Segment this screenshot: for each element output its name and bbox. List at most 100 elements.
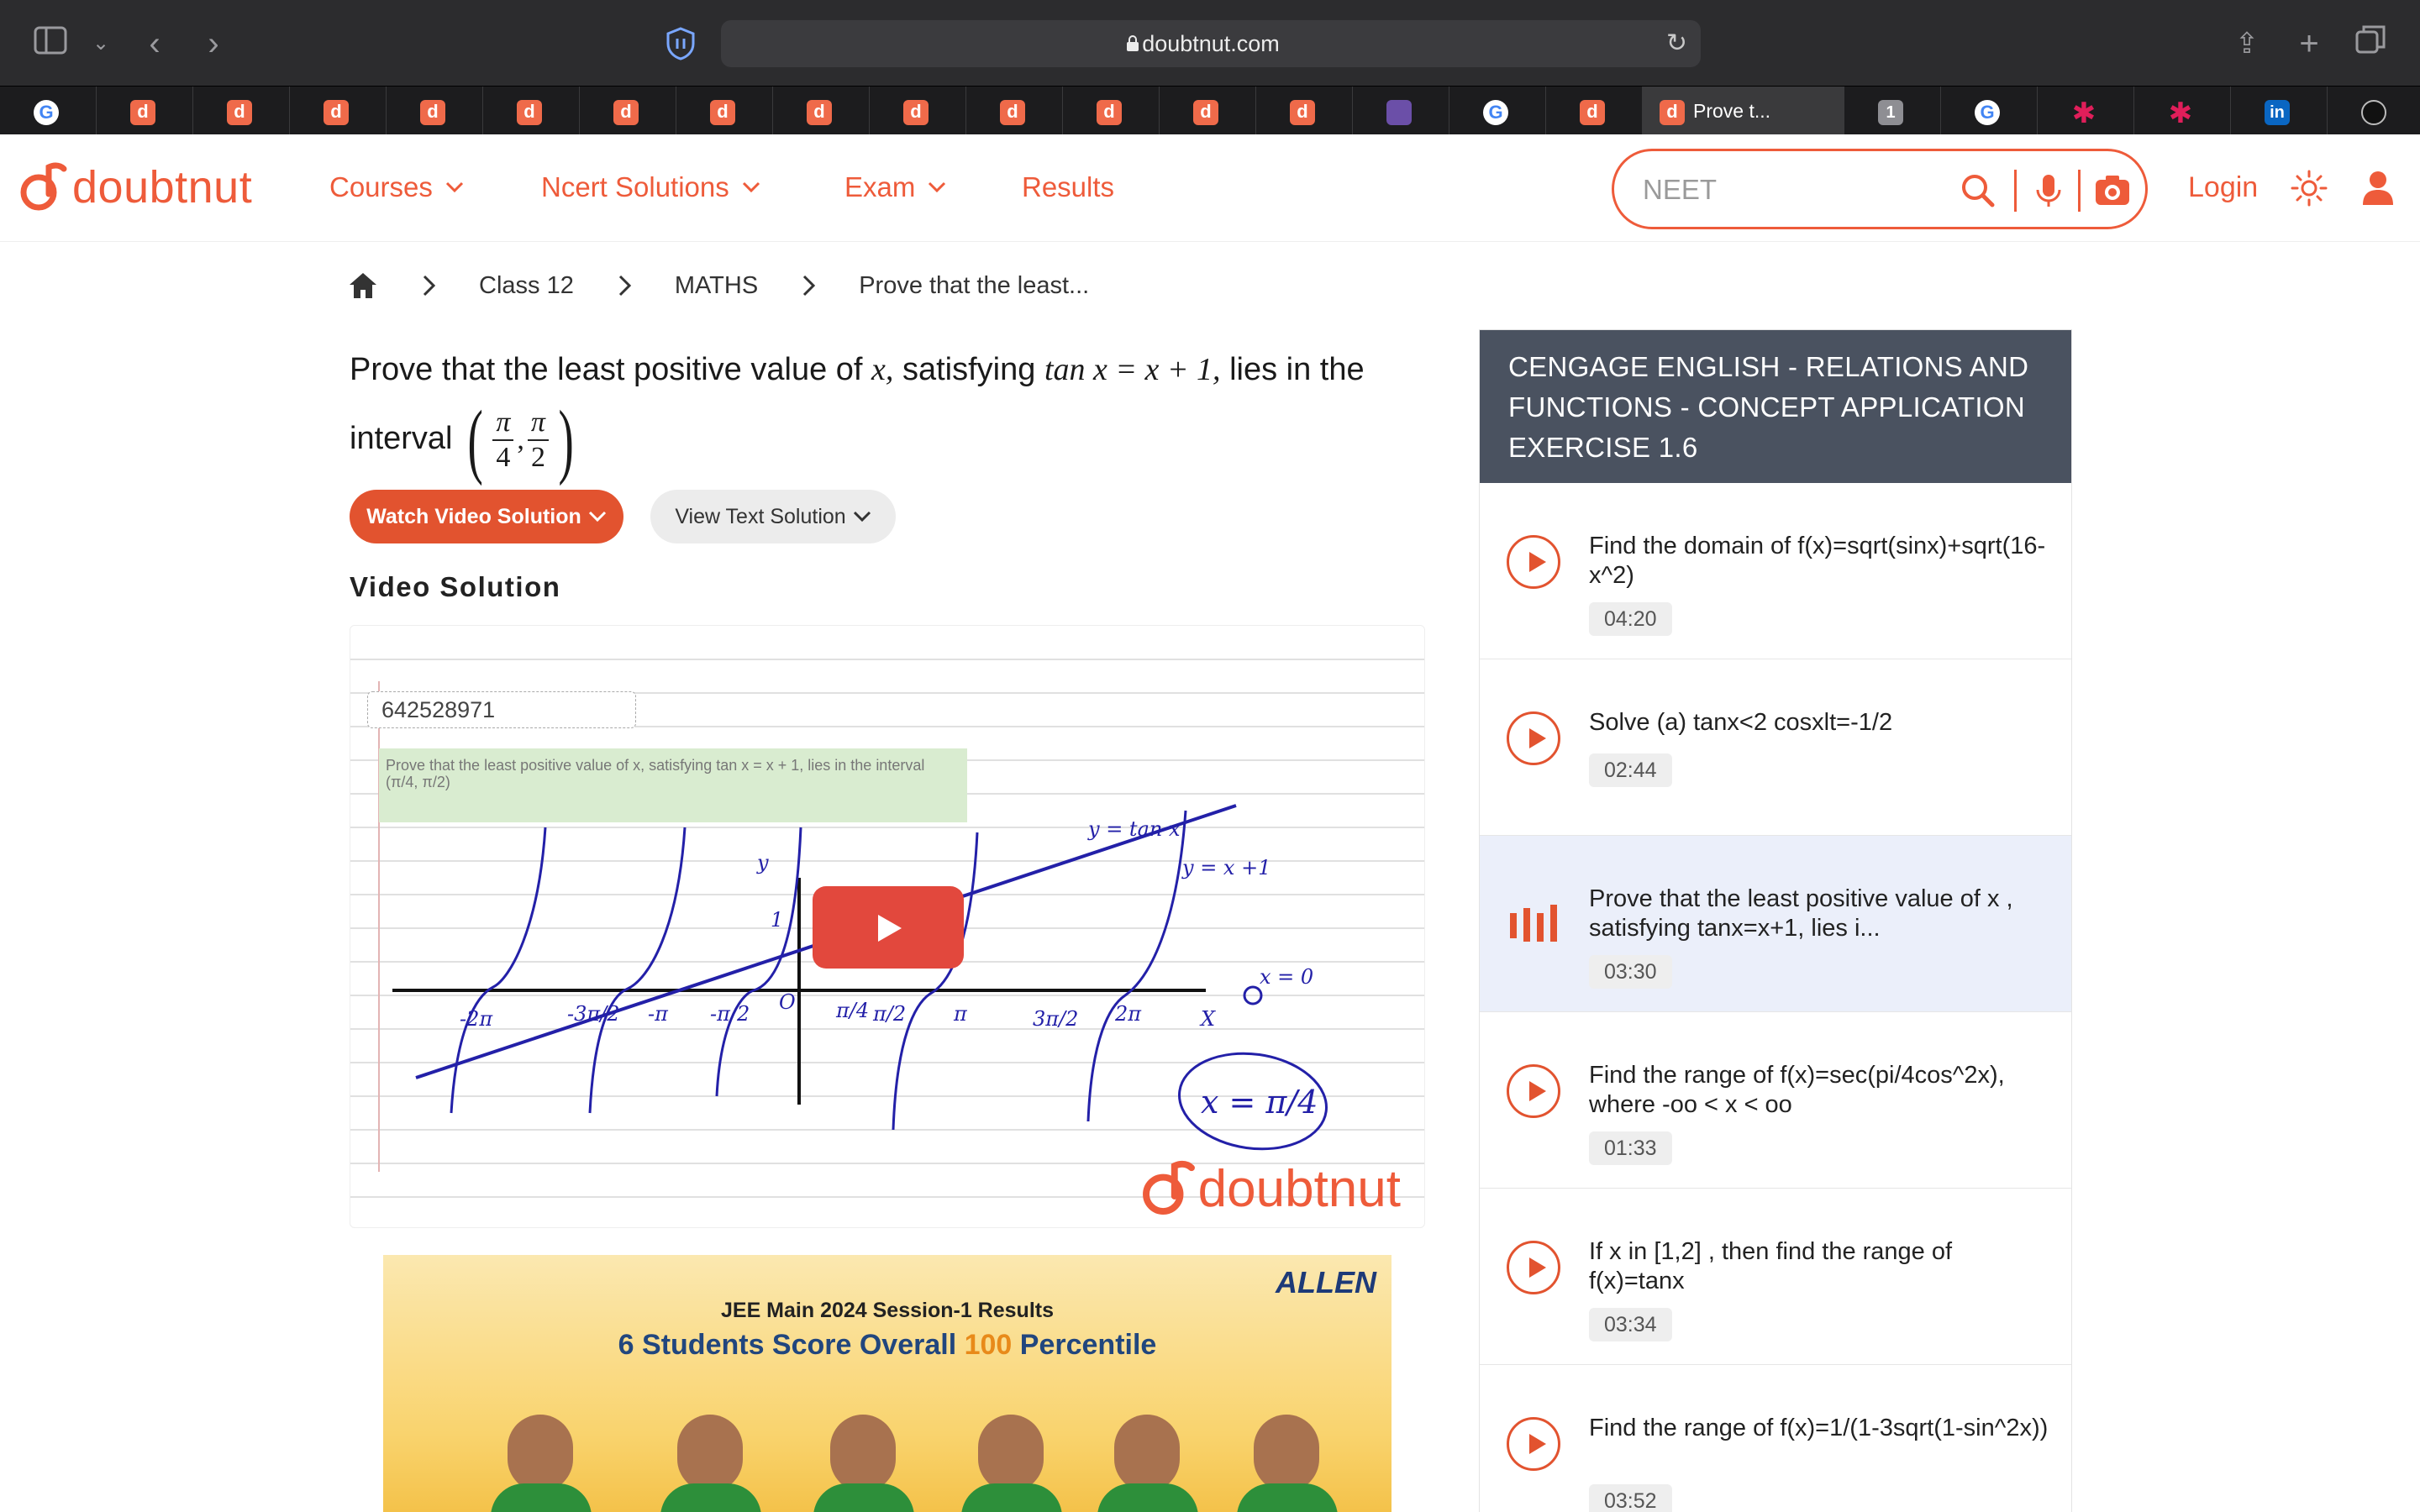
doubtnut-logo-icon xyxy=(1142,1160,1195,1215)
related-video-item[interactable]: Find the domain of f(x)=sqrt(sinx)+sqrt(… xyxy=(1480,483,2071,659)
tab-doubtnut[interactable] xyxy=(676,87,773,135)
chevron-down-icon[interactable]: ⌄ xyxy=(81,24,121,64)
ad-student-photos xyxy=(383,1399,1392,1512)
tab-google[interactable] xyxy=(1941,87,2038,135)
chevron-down-icon xyxy=(588,511,606,522)
video-title: Find the domain of f(x)=sqrt(sinx)+sqrt(… xyxy=(1589,533,2046,589)
search-input[interactable] xyxy=(1643,170,1945,210)
tab-doubtnut[interactable] xyxy=(483,87,580,135)
advertisement-banner[interactable]: ALLEN JEE Main 2024 Session-1 Results 6 … xyxy=(383,1255,1392,1512)
breadcrumb-subject[interactable]: MATHS xyxy=(675,272,758,300)
nav-courses[interactable]: Courses xyxy=(329,171,465,203)
tab-doubtnut[interactable] xyxy=(97,87,193,135)
tab-doubtnut[interactable] xyxy=(290,87,387,135)
tab-google[interactable] xyxy=(1449,87,1546,135)
tab-doubtnut[interactable] xyxy=(580,87,676,135)
search-icon[interactable] xyxy=(1959,171,1997,210)
share-icon[interactable]: ⇪ xyxy=(2227,24,2267,64)
play-circle-icon[interactable] xyxy=(1507,1241,1560,1294)
microphone-icon[interactable] xyxy=(2029,171,2068,210)
tab-slack[interactable] xyxy=(2038,87,2134,135)
tab-doubtnut[interactable] xyxy=(870,87,966,135)
doubtnut-icon xyxy=(324,100,349,125)
tab-doubtnut[interactable] xyxy=(773,87,870,135)
doubtnut-icon xyxy=(1290,100,1315,125)
play-circle-icon[interactable] xyxy=(1507,535,1560,589)
search-box xyxy=(1612,149,2148,229)
svg-text:y = tan x: y = tan x xyxy=(1087,817,1181,841)
tab-doubtnut[interactable] xyxy=(1546,87,1643,135)
doubtnut-logo-icon xyxy=(20,162,67,211)
related-video-item-active[interactable]: Prove that the least positive value of x… xyxy=(1480,836,2071,1012)
nav-label: Results xyxy=(1022,171,1115,202)
new-tab-icon[interactable]: + xyxy=(2289,24,2329,64)
related-video-item[interactable]: Find the range of f(x)=1/(1-3sqrt(1-sin^… xyxy=(1480,1365,2071,1512)
ad-line-1: JEE Main 2024 Session-1 Results xyxy=(720,1299,1054,1322)
tab-doubtnut[interactable] xyxy=(387,87,483,135)
ad-highlight: 100 xyxy=(964,1329,1013,1361)
tab-doubtnut[interactable] xyxy=(1256,87,1353,135)
video-duration: 01:33 xyxy=(1589,1131,1672,1165)
tab-doubtnut[interactable] xyxy=(1160,87,1256,135)
play-circle-icon[interactable] xyxy=(1507,711,1560,765)
nav-exam[interactable]: Exam xyxy=(844,171,947,203)
video-title: If x in [1,2] , then find the range of f… xyxy=(1589,1238,1953,1294)
tab-active[interactable]: Prove t... xyxy=(1643,87,1844,135)
user-icon[interactable] xyxy=(2363,170,2396,207)
ad-text: Percentile xyxy=(1012,1329,1157,1361)
slack-icon xyxy=(2168,97,2193,130)
doubtnut-icon xyxy=(1193,100,1218,125)
slack-icon xyxy=(2071,97,2096,130)
back-icon[interactable]: ‹ xyxy=(134,24,175,64)
tab-github[interactable] xyxy=(2328,87,2420,135)
nav-label: Exam xyxy=(844,171,916,202)
chevron-down-icon xyxy=(445,181,463,193)
doubtnut-icon xyxy=(130,100,155,125)
tab-counter[interactable] xyxy=(1844,87,1941,135)
doubtnut-logo[interactable]: doubtnut xyxy=(18,158,252,217)
video-duration: 03:30 xyxy=(1589,955,1672,989)
tab-bootstrap[interactable] xyxy=(1353,87,1449,135)
video-player[interactable]: -2π -3π/2 -π -π/2 Oπ/4 π/2 π 3π/2 2π Xy 1 y =… xyxy=(350,625,1425,1228)
related-video-item[interactable]: If x in [1,2] , then find the range of f… xyxy=(1480,1189,2071,1365)
play-button[interactable] xyxy=(813,886,964,969)
view-text-solution-button[interactable]: View Text Solution xyxy=(650,490,896,543)
divider xyxy=(2014,170,2017,212)
fraction-denominator: 4 xyxy=(496,442,511,473)
related-video-item[interactable]: Find the range of f(x)=sec(pi/4cos^2x), … xyxy=(1480,1012,2071,1189)
privacy-shield-icon[interactable] xyxy=(666,27,696,60)
fraction-numerator: π xyxy=(492,406,514,441)
play-circle-icon[interactable] xyxy=(1507,1064,1560,1118)
home-icon[interactable] xyxy=(348,271,378,300)
tab-google[interactable] xyxy=(0,87,97,135)
doubtnut-icon xyxy=(903,100,929,125)
tab-doubtnut[interactable] xyxy=(193,87,290,135)
svg-text:π/4: π/4 xyxy=(835,999,869,1022)
tab-doubtnut[interactable] xyxy=(966,87,1063,135)
nav-results[interactable]: Results xyxy=(1022,171,1114,203)
address-bar[interactable]: doubtnut.com ↻ xyxy=(721,20,1701,67)
google-icon xyxy=(1975,100,2000,125)
ad-text: 6 Students Score Overall xyxy=(618,1329,965,1361)
theme-toggle-icon[interactable] xyxy=(2291,170,2328,207)
video-duration: 02:44 xyxy=(1589,753,1672,787)
play-circle-icon[interactable] xyxy=(1507,1417,1560,1471)
reload-icon[interactable]: ↻ xyxy=(1666,30,1687,57)
related-video-item[interactable]: Solve (a) tanx<2 cosxlt=-1/2 02:44 xyxy=(1480,659,2071,836)
video-title: Prove that the least positive value of x… xyxy=(1589,885,2013,942)
tab-linkedin[interactable] xyxy=(2231,87,2328,135)
tab-overview-icon[interactable] xyxy=(2351,24,2391,64)
login-link[interactable]: Login xyxy=(2188,171,2258,204)
forward-icon[interactable]: › xyxy=(193,24,234,64)
button-label: View Text Solution xyxy=(675,504,846,528)
video-duration: 03:52 xyxy=(1589,1484,1672,1512)
site-header: doubtnut Courses Ncert Solutions Exam Re… xyxy=(0,134,2420,242)
tab-slack[interactable] xyxy=(2134,87,2231,135)
chevron-down-icon xyxy=(853,511,871,522)
nav-ncert-solutions[interactable]: Ncert Solutions xyxy=(541,171,761,203)
watch-video-solution-button[interactable]: Watch Video Solution xyxy=(350,490,623,543)
tab-doubtnut[interactable] xyxy=(1063,87,1160,135)
sidebar-toggle-icon[interactable] xyxy=(30,24,71,64)
camera-icon[interactable] xyxy=(2093,171,2132,210)
breadcrumb-class[interactable]: Class 12 xyxy=(479,272,574,300)
